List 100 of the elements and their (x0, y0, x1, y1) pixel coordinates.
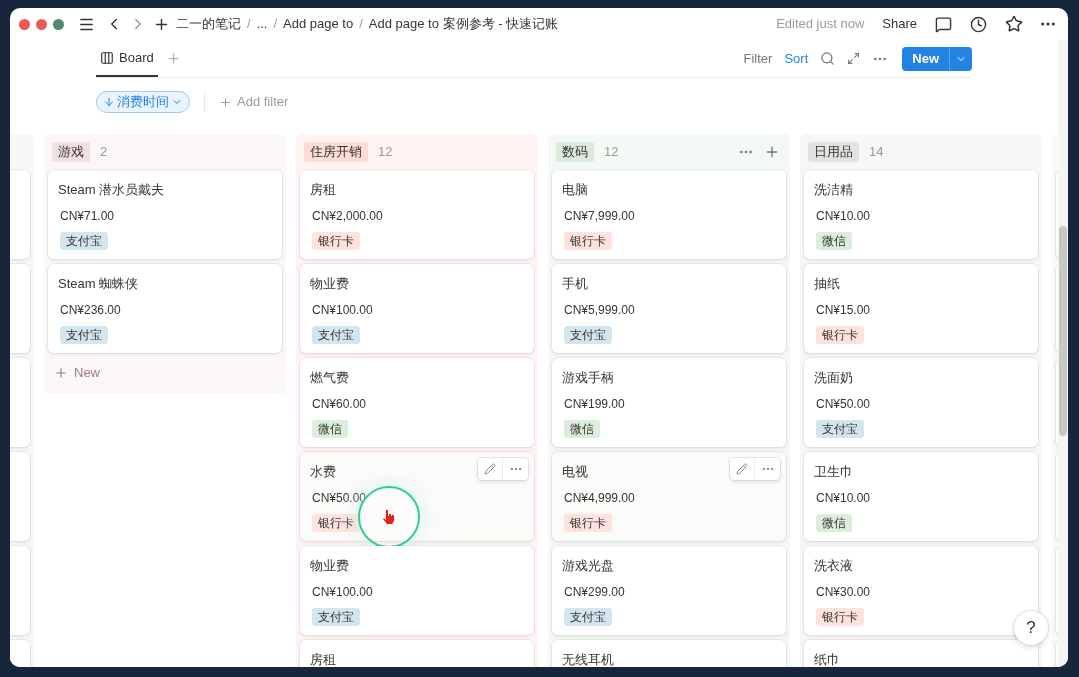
plus-icon (54, 366, 68, 380)
card-title: 房租 (310, 181, 336, 199)
payment-tag: 支付宝 (312, 608, 360, 626)
hand-cursor-icon (382, 509, 396, 525)
star-icon[interactable] (1005, 15, 1023, 33)
card-title: 电脑 (562, 181, 588, 199)
comment-icon[interactable] (935, 15, 952, 33)
card-title: 游戏光盘 (562, 557, 614, 575)
payment-tag: 银行卡 (312, 514, 360, 532)
payment-tag: 支付宝 (564, 608, 612, 626)
amount: CN¥30.00 (815, 584, 872, 601)
amount: CN¥5,999.00 (563, 302, 636, 319)
plus-icon (219, 95, 232, 109)
sort-button[interactable]: Sort (784, 48, 809, 69)
amount: CN¥10.00 (815, 208, 872, 225)
payment-tag: 支付宝 (312, 326, 360, 344)
card-title: 无线耳机 (562, 651, 614, 667)
card[interactable]: 纸巾 (804, 640, 1038, 667)
card[interactable]: 燃气费 CN¥60.00 微信 (300, 358, 534, 447)
card-title: 抽纸 (814, 275, 840, 293)
amount: CN¥71.00 (59, 208, 116, 225)
payment-tag: 微信 (312, 420, 348, 438)
breadcrumb-link[interactable]: Add page to (283, 14, 354, 34)
filter-button[interactable]: Filter (743, 48, 773, 69)
card[interactable]: 物业费 CN¥100.00 支付宝 (300, 264, 534, 353)
amount: CN¥50.00 (815, 396, 872, 413)
breadcrumb-link[interactable]: 二一的笔记 (176, 14, 241, 34)
new-options-button[interactable] (950, 46, 972, 71)
card-title: 房租 (310, 651, 336, 667)
new-button[interactable]: New (902, 46, 949, 71)
pencil-icon (484, 463, 496, 475)
card[interactable]: 物业费 CN¥100.00 支付宝 (300, 546, 534, 635)
card[interactable]: Steam 潜水员戴夫 CN¥71.00 支付宝 (48, 170, 282, 259)
scrollbar-thumb[interactable] (1059, 226, 1067, 436)
column-count: 14 (869, 143, 884, 162)
card[interactable]: 房租 CN¥2,000.00 银行卡 (300, 170, 534, 259)
column-count: 12 (604, 143, 619, 162)
new-card-button[interactable]: New (48, 358, 282, 388)
amount: CN¥2,000.00 (311, 208, 384, 225)
card[interactable]: 房租 (300, 640, 534, 667)
scrollbar[interactable] (1058, 40, 1068, 667)
card[interactable]: 抽纸 CN¥15.00 银行卡 (804, 264, 1038, 353)
edit-status: Edited just now (776, 15, 865, 34)
column-count: 2 (100, 143, 108, 162)
card-title: 物业费 (310, 275, 349, 293)
card[interactable]: Steam 蜘蛛侠 CN¥236.00 支付宝 (48, 264, 282, 353)
amount: CN¥50.00 (311, 490, 368, 507)
card[interactable]: 洗面奶 CN¥50.00 支付宝 (804, 358, 1038, 447)
expand-icon[interactable] (847, 52, 861, 65)
card[interactable]: 游戏手柄 CN¥199.00 微信 (552, 358, 786, 447)
breadcrumb-link[interactable]: Add page to 案例参考 - 快速记账 (368, 14, 559, 34)
payment-tag: 支付宝 (60, 326, 108, 344)
board-icon (100, 50, 114, 65)
payment-tag: 银行卡 (312, 232, 360, 250)
card-title: 洗洁精 (814, 181, 853, 199)
amount: CN¥7,999.00 (563, 208, 636, 225)
arrow-down-icon (103, 96, 115, 108)
amount: CN¥4,999.00 (563, 490, 636, 507)
amount: CN¥60.00 (311, 396, 368, 413)
card-title: 电视 (562, 463, 588, 481)
clock-icon[interactable] (970, 15, 987, 33)
zoom-control[interactable] (53, 18, 64, 30)
amount: CN¥199.00 (563, 396, 626, 413)
add-view-icon[interactable] (165, 51, 181, 66)
card-title: 纸巾 (814, 651, 840, 667)
card[interactable]: 无线耳机 (552, 640, 786, 667)
column-count: 12 (378, 143, 393, 162)
payment-tag: 支付宝 (564, 326, 612, 344)
card-title: 物业费 (310, 557, 349, 575)
card[interactable]: 电脑 CN¥7,999.00 银行卡 (552, 170, 786, 259)
payment-tag: 支付宝 (816, 420, 864, 438)
payment-tag: 微信 (816, 514, 852, 532)
breadcrumb-link[interactable]: ... (256, 14, 268, 34)
card[interactable]: 洗洁精 CN¥10.00 微信 (804, 170, 1038, 259)
payment-tag: 微信 (816, 232, 852, 250)
card[interactable]: 电视 CN¥4,999.00 银行卡 (552, 452, 786, 541)
card-title: 洗面奶 (814, 369, 853, 387)
column-tag: 住房开销 (304, 142, 368, 162)
share-button[interactable]: Share (882, 14, 917, 34)
card[interactable]: 手机 CN¥5,999.00 支付宝 (552, 264, 786, 353)
card[interactable]: 游戏光盘 CN¥299.00 支付宝 (552, 546, 786, 635)
add-icon[interactable] (764, 144, 780, 160)
column-tag: 日用品 (808, 142, 859, 162)
column-tag: 游戏 (52, 142, 90, 162)
amount: CN¥299.00 (563, 584, 626, 601)
card[interactable]: 卫生巾 CN¥10.00 微信 (804, 452, 1038, 541)
sort-pill[interactable]: 消费时间 (96, 91, 190, 113)
payment-tag: 银行卡 (816, 326, 864, 344)
close-control[interactable] (19, 18, 30, 30)
amount: CN¥100.00 (311, 302, 374, 319)
card-title: 洗衣液 (814, 557, 853, 575)
card-title: Steam 潜水员戴夫 (58, 181, 165, 199)
breadcrumb-separator: / (247, 15, 251, 34)
view-tab[interactable]: Board (96, 40, 158, 77)
minimize-control[interactable] (36, 18, 47, 30)
card-title: 游戏手柄 (562, 369, 614, 387)
payment-tag: 微信 (564, 420, 600, 438)
search-icon[interactable] (820, 51, 836, 66)
amount: CN¥15.00 (815, 302, 872, 319)
amount: CN¥100.00 (311, 584, 374, 601)
